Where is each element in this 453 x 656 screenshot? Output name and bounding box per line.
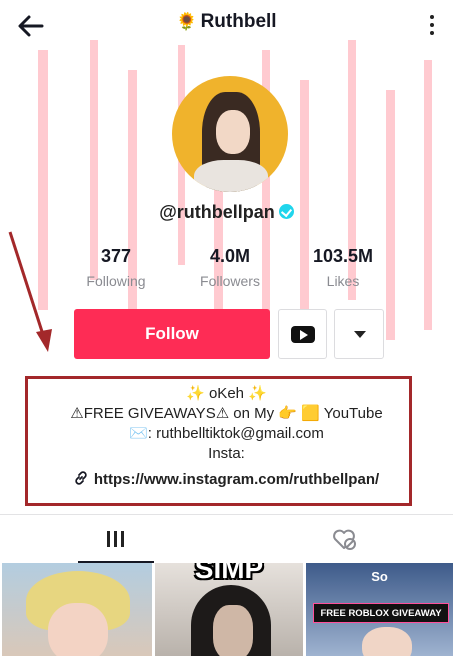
bio-line: ✉️: ruthbelltiktok@gmail.com	[129, 425, 324, 442]
link-icon	[75, 471, 87, 485]
more-options-icon[interactable]	[425, 12, 439, 38]
bio-line: Insta:	[208, 445, 245, 462]
stat-following[interactable]: 377 Following	[56, 246, 176, 289]
stat-value: 4.0M	[209, 246, 251, 266]
liked-hidden-icon	[333, 529, 356, 550]
stat-label: Followers	[200, 273, 260, 289]
youtube-icon	[291, 326, 315, 343]
video-overlay-text: So	[371, 569, 388, 584]
top-bar: 🌻 Ruthbell	[0, 0, 453, 50]
bio-line: ⚠FREE GIVEAWAYS⚠ on My 👉 🟨 YouTube	[70, 405, 383, 422]
video-thumbnail[interactable]	[2, 563, 152, 656]
youtube-link-button[interactable]	[278, 309, 327, 359]
bio-link[interactable]: https://www.instagram.com/ruthbellpan/	[0, 470, 453, 490]
stat-likes: 103.5M Likes	[283, 246, 403, 289]
bio-link-text[interactable]: https://www.instagram.com/ruthbellpan/	[94, 471, 379, 488]
video-grid-icon	[107, 531, 125, 547]
profile-tabs	[0, 515, 453, 563]
verified-badge-icon	[278, 204, 294, 219]
profile-avatar[interactable]	[172, 76, 288, 192]
video-thumbnail[interactable]: SIMP	[155, 563, 303, 656]
video-overlay-text: SIMP	[194, 563, 264, 584]
video-thumbnail[interactable]: So FREE ROBLOX GIVEAWAY	[306, 563, 453, 656]
video-grid: SIMP So FREE ROBLOX GIVEAWAY	[0, 563, 453, 656]
profile-bio: ✨ oKeh ✨ ⚠FREE GIVEAWAYS⚠ on My 👉 🟨 YouT…	[0, 384, 453, 490]
page-title-text: Ruthbell	[200, 11, 277, 32]
page-title: 🌻 Ruthbell	[0, 11, 453, 33]
handle-text: @ruthbellpan	[159, 202, 275, 222]
tab-videos[interactable]	[78, 515, 154, 563]
tab-liked[interactable]	[318, 515, 370, 563]
stat-label: Likes	[326, 273, 360, 289]
stat-followers[interactable]: 4.0M Followers	[170, 246, 290, 289]
profile-handle: @ruthbellpan	[0, 202, 453, 223]
stat-value: 103.5M	[312, 246, 374, 266]
sunflower-icon: 🌻	[176, 12, 198, 31]
stat-label: Following	[86, 273, 146, 289]
follow-button[interactable]: Follow	[74, 309, 270, 359]
stat-value: 377	[100, 246, 132, 266]
suggested-accounts-dropdown[interactable]	[334, 309, 384, 359]
bio-line: ✨ oKeh ✨	[186, 385, 267, 402]
video-banner-text: FREE ROBLOX GIVEAWAY	[313, 603, 449, 623]
